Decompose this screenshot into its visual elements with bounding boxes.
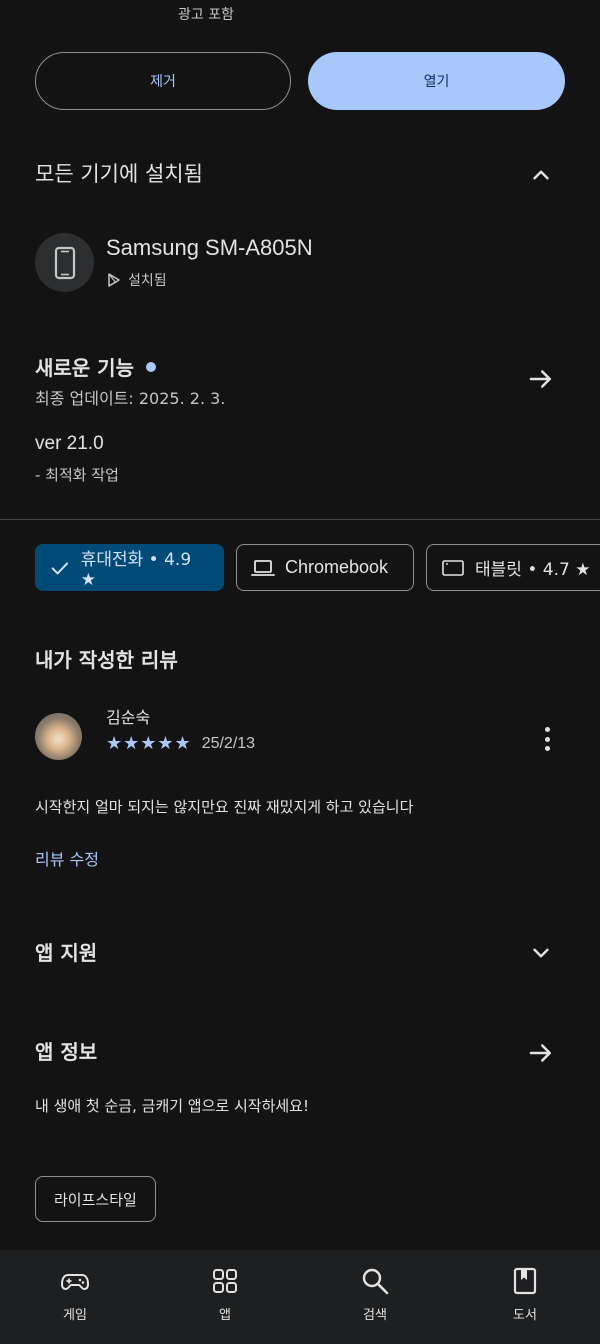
whats-new-arrow-icon[interactable] xyxy=(526,364,556,394)
category-tag[interactable]: 라이프스타일 xyxy=(35,1176,156,1222)
avatar xyxy=(35,713,82,760)
bottom-navigation: 게임 앱 검색 도서 xyxy=(0,1250,600,1344)
my-review-title: 내가 작성한 리뷰 xyxy=(35,648,178,672)
whats-new-label: 새로운 기능 xyxy=(35,356,134,380)
apps-grid-icon xyxy=(213,1269,237,1293)
nav-games[interactable]: 게임 xyxy=(0,1250,150,1344)
play-store-icon xyxy=(108,273,120,287)
nav-books[interactable]: 도서 xyxy=(450,1250,600,1344)
ads-note: 광고 포함 xyxy=(178,7,234,23)
book-icon xyxy=(513,1267,537,1295)
chip-tablet[interactable]: 태블릿 • 4.7 ★ xyxy=(426,544,600,591)
device-name: Samsung SM-A805N xyxy=(106,235,313,260)
version-note: - 최적화 작업 xyxy=(35,466,119,484)
chevron-up-icon[interactable] xyxy=(528,162,554,188)
chip-phone[interactable]: 휴대전화 • 4.9 ★ xyxy=(35,544,224,591)
installed-section-title[interactable]: 모든 기기에 설치됨 xyxy=(35,158,203,188)
nav-games-label: 게임 xyxy=(63,1308,87,1323)
whats-new-title[interactable]: 새로운 기능 xyxy=(35,352,156,381)
tablet-icon xyxy=(442,559,464,576)
laptop-icon xyxy=(251,559,275,576)
chip-tablet-label: 태블릿 • 4.7 ★ xyxy=(475,560,591,580)
app-info-arrow-icon[interactable] xyxy=(526,1038,556,1068)
nav-books-label: 도서 xyxy=(513,1308,537,1323)
phone-icon xyxy=(54,246,75,279)
gamepad-icon xyxy=(60,1274,90,1291)
device-avatar xyxy=(35,233,94,292)
rating-row: ★★★★★ 25/2/13 xyxy=(106,733,255,754)
new-indicator-dot xyxy=(145,361,156,372)
open-button[interactable]: 열기 xyxy=(308,52,565,110)
chip-phone-label: 휴대전화 • 4.9 ★ xyxy=(80,550,192,590)
reviewer-name: 김순숙 xyxy=(106,708,151,727)
nav-search-label: 검색 xyxy=(363,1308,387,1323)
review-date: 25/2/13 xyxy=(201,734,256,752)
edit-review-link[interactable]: 리뷰 수정 xyxy=(35,846,99,870)
section-divider xyxy=(0,519,600,520)
app-info-description: 내 생애 첫 순금, 금캐기 앱으로 시작하세요! xyxy=(35,1097,309,1115)
version-label: ver 21.0 xyxy=(35,433,104,454)
app-support-title[interactable]: 앱 지원 xyxy=(35,937,97,966)
search-icon xyxy=(362,1268,389,1295)
device-status-label: 설치됨 xyxy=(128,273,167,289)
remove-button[interactable]: 제거 xyxy=(35,52,291,110)
chevron-down-icon[interactable] xyxy=(528,940,554,966)
app-info-title[interactable]: 앱 정보 xyxy=(35,1036,97,1065)
nav-apps[interactable]: 앱 xyxy=(150,1250,300,1344)
check-icon xyxy=(51,561,69,574)
more-options-icon[interactable] xyxy=(537,725,557,753)
nav-search[interactable]: 검색 xyxy=(300,1250,450,1344)
last-updated: 최종 업데이트: 2025. 2. 3. xyxy=(35,389,226,408)
star-rating: ★★★★★ xyxy=(106,733,192,754)
chip-chromebook[interactable]: Chromebook xyxy=(236,544,414,591)
review-text: 시작한지 얼마 되지는 않지만요 진짜 재밌지게 하고 있습니다 xyxy=(35,798,414,816)
device-status: 설치됨 xyxy=(106,270,167,290)
chip-chromebook-label: Chromebook xyxy=(285,557,389,577)
nav-apps-label: 앱 xyxy=(219,1308,231,1323)
